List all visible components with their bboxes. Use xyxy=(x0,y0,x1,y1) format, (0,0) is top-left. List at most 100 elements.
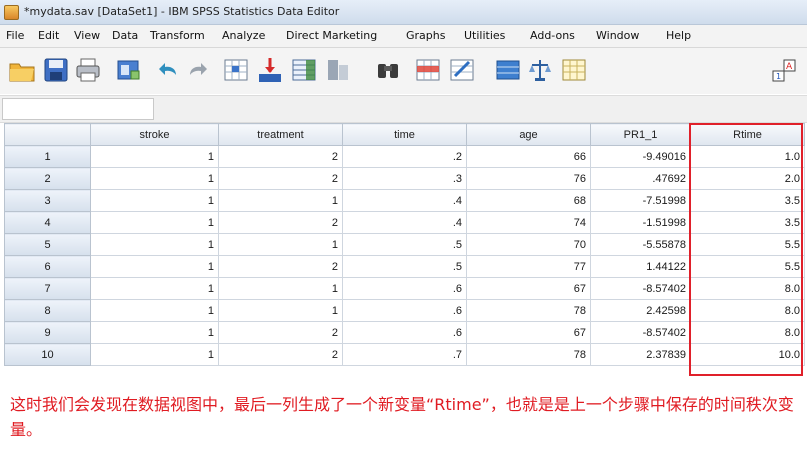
data-cell[interactable]: 3.5 xyxy=(690,211,805,234)
data-cell[interactable]: 2 xyxy=(218,321,343,344)
menu-data[interactable]: Data xyxy=(112,29,138,42)
data-cell[interactable]: 2.0 xyxy=(690,167,805,190)
data-cell[interactable]: 76 xyxy=(466,167,591,190)
data-cell[interactable]: 2 xyxy=(218,211,343,234)
data-cell[interactable]: 66 xyxy=(466,145,591,168)
cell-reference-field[interactable] xyxy=(2,98,154,120)
goto-case-icon[interactable] xyxy=(222,56,250,84)
column-header[interactable]: time xyxy=(342,123,467,146)
data-cell[interactable]: .6 xyxy=(342,299,467,322)
variables-icon[interactable] xyxy=(290,56,318,84)
data-cell[interactable]: -8.57402 xyxy=(590,321,691,344)
menu-direct-marketing[interactable]: Direct Marketing xyxy=(286,29,377,42)
menu-view[interactable]: View xyxy=(74,29,100,42)
redo-icon[interactable] xyxy=(184,56,212,84)
menu-graphs[interactable]: Graphs xyxy=(406,29,445,42)
data-cell[interactable]: .47692 xyxy=(590,167,691,190)
data-cell[interactable]: 1 xyxy=(90,277,219,300)
data-cell[interactable]: -1.51998 xyxy=(590,211,691,234)
row-number[interactable]: 10 xyxy=(4,343,91,366)
data-cell[interactable]: .6 xyxy=(342,321,467,344)
data-cell[interactable]: 1 xyxy=(90,145,219,168)
menu-window[interactable]: Window xyxy=(596,29,639,42)
data-cell[interactable]: .5 xyxy=(342,255,467,278)
data-cell[interactable]: 1 xyxy=(90,343,219,366)
data-cell[interactable]: 1 xyxy=(90,189,219,212)
data-cell[interactable]: 1 xyxy=(218,233,343,256)
data-cell[interactable]: 1 xyxy=(218,189,343,212)
data-cell[interactable]: -7.51998 xyxy=(590,189,691,212)
data-cell[interactable]: 68 xyxy=(466,189,591,212)
data-cell[interactable]: 2 xyxy=(218,167,343,190)
data-cell[interactable]: 74 xyxy=(466,211,591,234)
data-cell[interactable]: 77 xyxy=(466,255,591,278)
data-cell[interactable]: .7 xyxy=(342,343,467,366)
data-cell[interactable]: 70 xyxy=(466,233,591,256)
corner-cell[interactable] xyxy=(4,123,91,146)
data-cell[interactable]: .4 xyxy=(342,211,467,234)
insert-variable-icon[interactable] xyxy=(448,56,476,84)
insert-cases-icon[interactable] xyxy=(414,56,442,84)
data-cell[interactable]: 1 xyxy=(90,167,219,190)
print-icon[interactable] xyxy=(74,56,102,84)
data-cell[interactable]: .3 xyxy=(342,167,467,190)
data-cell[interactable]: .2 xyxy=(342,145,467,168)
find-icon[interactable] xyxy=(374,56,402,84)
value-labels-icon[interactable]: A1 xyxy=(770,56,798,84)
data-cell[interactable]: -9.49016 xyxy=(590,145,691,168)
data-cell[interactable]: -8.57402 xyxy=(590,277,691,300)
column-header[interactable]: age xyxy=(466,123,591,146)
row-number[interactable]: 2 xyxy=(4,167,91,190)
split-file-icon[interactable] xyxy=(494,56,522,84)
weight-cases-icon[interactable] xyxy=(526,56,554,84)
data-cell[interactable]: 8.0 xyxy=(690,321,805,344)
data-cell[interactable]: 1.44122 xyxy=(590,255,691,278)
data-cell[interactable]: 78 xyxy=(466,343,591,366)
data-cell[interactable]: 2 xyxy=(218,145,343,168)
data-cell[interactable]: 5.5 xyxy=(690,233,805,256)
select-cases-icon[interactable] xyxy=(560,56,588,84)
data-cell[interactable]: 5.5 xyxy=(690,255,805,278)
data-cell[interactable]: 1 xyxy=(218,277,343,300)
data-cell[interactable]: 8.0 xyxy=(690,299,805,322)
data-cell[interactable]: 2 xyxy=(218,343,343,366)
data-cell[interactable]: 1.0 xyxy=(690,145,805,168)
data-cell[interactable]: 2.37839 xyxy=(590,343,691,366)
column-header[interactable]: stroke xyxy=(90,123,219,146)
undo-icon[interactable] xyxy=(154,56,182,84)
row-number[interactable]: 7 xyxy=(4,277,91,300)
save-icon[interactable] xyxy=(42,56,70,84)
row-number[interactable]: 5 xyxy=(4,233,91,256)
dialog-recall-icon[interactable] xyxy=(114,56,142,84)
data-cell[interactable]: 1 xyxy=(90,211,219,234)
data-cell[interactable]: 67 xyxy=(466,321,591,344)
column-header[interactable]: PR1_1 xyxy=(590,123,691,146)
goto-variable-icon[interactable] xyxy=(256,56,284,84)
data-cell[interactable]: 1 xyxy=(90,255,219,278)
data-cell[interactable]: 78 xyxy=(466,299,591,322)
data-cell[interactable]: 2 xyxy=(218,255,343,278)
data-cell[interactable]: 67 xyxy=(466,277,591,300)
data-cell[interactable]: 1 xyxy=(90,321,219,344)
menu-file[interactable]: File xyxy=(6,29,24,42)
data-cell[interactable]: -5.55878 xyxy=(590,233,691,256)
column-header-rtime[interactable]: Rtime xyxy=(690,123,805,146)
row-number[interactable]: 9 xyxy=(4,321,91,344)
data-cell[interactable]: 1 xyxy=(90,233,219,256)
row-number[interactable]: 8 xyxy=(4,299,91,322)
row-number[interactable]: 3 xyxy=(4,189,91,212)
menu-analyze[interactable]: Analyze xyxy=(222,29,265,42)
menu-help[interactable]: Help xyxy=(666,29,691,42)
row-number[interactable]: 6 xyxy=(4,255,91,278)
open-icon[interactable] xyxy=(8,56,36,84)
data-cell[interactable]: .4 xyxy=(342,189,467,212)
data-cell[interactable]: .6 xyxy=(342,277,467,300)
menu-edit[interactable]: Edit xyxy=(38,29,59,42)
menu-utilities[interactable]: Utilities xyxy=(464,29,505,42)
data-cell[interactable]: 8.0 xyxy=(690,277,805,300)
menu-add-ons[interactable]: Add-ons xyxy=(530,29,575,42)
run-descriptives-icon[interactable] xyxy=(324,56,352,84)
data-cell[interactable]: 1 xyxy=(218,299,343,322)
menu-transform[interactable]: Transform xyxy=(150,29,205,42)
data-cell[interactable]: 1 xyxy=(90,299,219,322)
